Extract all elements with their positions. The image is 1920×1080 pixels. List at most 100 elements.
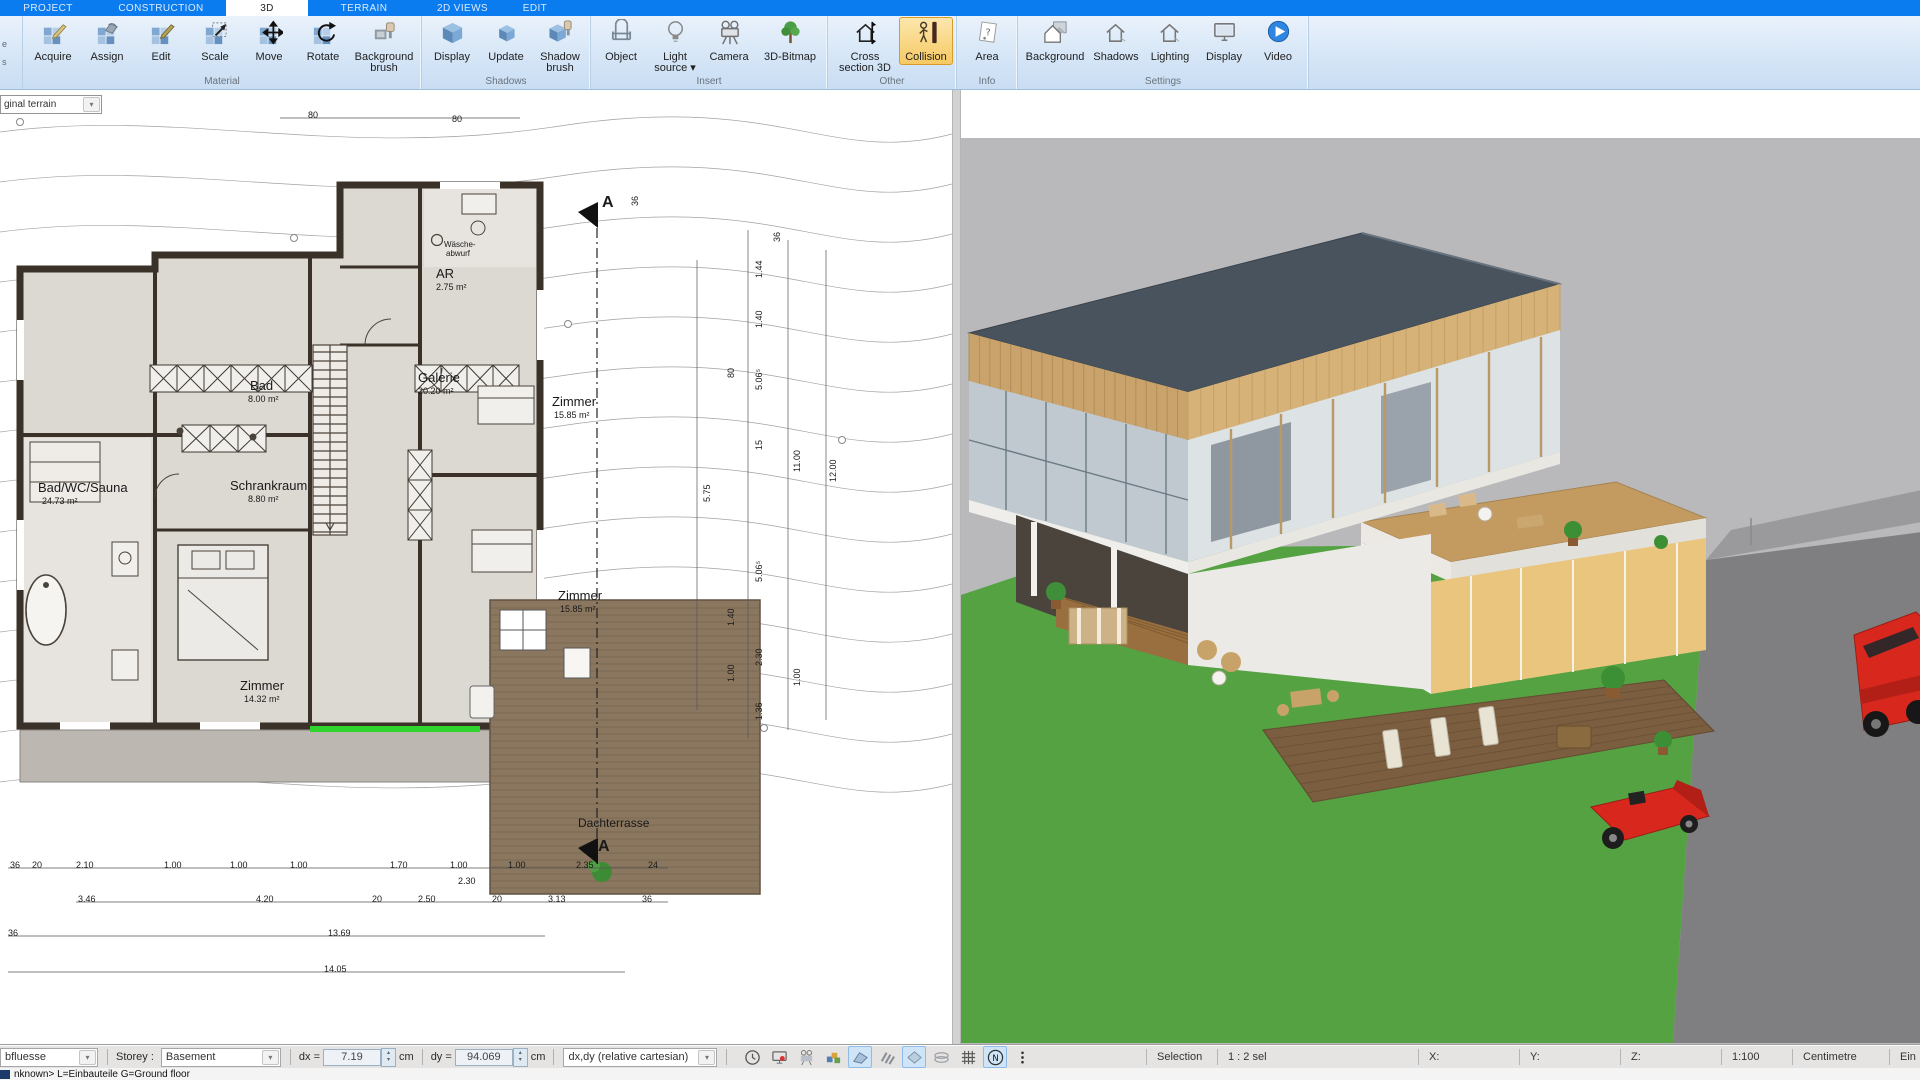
dy-input[interactable]: 94.069: [455, 1049, 513, 1066]
3d-bitmap-button[interactable]: 3D-Bitmap: [756, 17, 824, 65]
ribbon-button-label: Scale: [201, 52, 229, 63]
coord-mode-select[interactable]: dx,dy (relative cartesian) ▾: [563, 1048, 717, 1067]
dimension-label: 36: [10, 860, 20, 870]
tab-project[interactable]: PROJECT: [0, 0, 96, 16]
diamond-icon: [906, 1049, 923, 1066]
shadow-brush-button[interactable]: Shadow brush: [533, 17, 587, 76]
chevron-down-icon[interactable]: ▾: [698, 1050, 715, 1065]
dimension-label: 36: [772, 232, 782, 242]
hatch-tool-button[interactable]: [875, 1046, 899, 1068]
terrain-select[interactable]: ginal terrain ▾: [0, 95, 102, 114]
dimension-label: 24: [648, 860, 658, 870]
lighting-button[interactable]: Lighting: [1143, 17, 1197, 65]
scale-button[interactable]: Scale: [188, 17, 242, 65]
room-label: AR: [436, 266, 454, 281]
monitor-star-tool-button[interactable]: [767, 1046, 791, 1068]
background-brush-button[interactable]: Background brush: [350, 17, 418, 76]
pane-splitter[interactable]: [952, 90, 961, 1044]
grid-pencil-icon: [40, 19, 67, 51]
viewport-3d-pane[interactable]: [961, 90, 1920, 1044]
camera-small-tool-button[interactable]: [794, 1046, 818, 1068]
status-cell-x: X:: [1418, 1049, 1519, 1065]
clock-tool-button[interactable]: [740, 1046, 764, 1068]
display-button[interactable]: Display: [425, 17, 479, 65]
assign-button[interactable]: Assign: [80, 17, 134, 65]
storey-select[interactable]: Basement ▾: [161, 1048, 281, 1067]
dy-unit: cm: [531, 1051, 546, 1063]
room-label: 24.73 m²: [42, 496, 78, 506]
status-cell-y: Y:: [1519, 1049, 1620, 1065]
ribbon-button-label: Collision: [905, 52, 947, 63]
chevron-down-icon[interactable]: ▾: [79, 1050, 96, 1065]
diamond-tool-button[interactable]: [902, 1046, 926, 1068]
bulb-icon: [662, 19, 689, 51]
area-button[interactable]: ?Area: [960, 17, 1014, 65]
dy-spinner[interactable]: ▴▾: [513, 1048, 528, 1067]
dx-input[interactable]: 7.19: [323, 1049, 381, 1066]
sheets-tool-button[interactable]: [929, 1046, 953, 1068]
shadows-button[interactable]: Shadows: [1089, 17, 1143, 65]
chevron-down-icon[interactable]: ▾: [83, 97, 100, 112]
collision-icon: [913, 19, 940, 51]
ribbon-button-label: Light source ▾: [654, 52, 696, 74]
background-button[interactable]: Background: [1021, 17, 1089, 65]
cubes-icon: [825, 1049, 842, 1066]
dimension-label: 14.05: [324, 964, 347, 974]
dimension-label: 5.75: [702, 484, 712, 502]
cubes-tool-button[interactable]: [821, 1046, 845, 1068]
monitor-icon: [1211, 19, 1238, 51]
tab-edit[interactable]: EDIT: [505, 0, 565, 16]
tree-icon: [777, 19, 804, 51]
roof-terrace-deck: [470, 600, 760, 894]
dx-label: dx =: [299, 1051, 320, 1063]
ribbon-button-label: Acquire: [34, 52, 71, 63]
ribbon-button-label: Object: [605, 52, 637, 63]
move-button[interactable]: Move: [242, 17, 296, 65]
tab-terrain[interactable]: TERRAIN: [308, 0, 420, 16]
light-source-button[interactable]: Light source ▾: [648, 17, 702, 76]
clock-icon: [744, 1049, 761, 1066]
dimension-label: 80: [452, 114, 462, 124]
tab-construction[interactable]: CONSTRUCTION: [96, 0, 226, 16]
monitor-star-icon: [771, 1049, 788, 1066]
ribbon-group-shadows: DisplayUpdateShadow brushShadows: [422, 16, 591, 89]
cross-section-3d-button[interactable]: Cross section 3D: [831, 17, 899, 76]
cube-icon: [439, 19, 466, 51]
update-button[interactable]: Update: [479, 17, 533, 65]
status-line-icon: [0, 1070, 10, 1079]
roof-tool-button[interactable]: [848, 1046, 872, 1068]
north-tool-button[interactable]: N: [983, 1046, 1007, 1068]
camera-button[interactable]: Camera: [702, 17, 756, 65]
house-photo-icon: [1042, 19, 1069, 51]
dx-unit: cm: [399, 1051, 414, 1063]
collision-button[interactable]: Collision: [899, 17, 953, 65]
acquire-button[interactable]: Acquire: [26, 17, 80, 65]
dx-spinner[interactable]: ▴▾: [381, 1048, 396, 1067]
chevron-down-icon[interactable]: ▾: [262, 1050, 279, 1065]
dimension-label: 1.40: [754, 310, 764, 328]
bg-brush-icon: [371, 19, 398, 51]
grid-bucket-icon: [94, 19, 121, 51]
dimension-label: 80: [726, 368, 736, 378]
grid-tool-button[interactable]: [956, 1046, 980, 1068]
room-label: Galerie: [418, 370, 460, 385]
object-button[interactable]: Object: [594, 17, 648, 65]
tab-2d-views[interactable]: 2D VIEWS: [420, 0, 505, 16]
more-tool-button[interactable]: [1010, 1046, 1034, 1068]
dimension-label: 20: [492, 894, 502, 904]
rotate-button[interactable]: Rotate: [296, 17, 350, 65]
tab-3d[interactable]: 3D: [226, 0, 308, 16]
dimension-label: 36: [8, 928, 18, 938]
display-button[interactable]: Display: [1197, 17, 1251, 65]
layer-select[interactable]: bfluesse ▾: [0, 1048, 98, 1067]
floor-plan-pane[interactable]: ginal terrain ▾: [0, 90, 952, 1044]
terrain-select-value: ginal terrain: [1, 99, 83, 110]
ribbon-button-label: Shadows: [1093, 52, 1138, 63]
ribbon-button-label: Background: [1026, 52, 1085, 63]
video-button[interactable]: Video: [1251, 17, 1305, 65]
dimension-label: 2.30: [458, 876, 476, 886]
room-label: Zimmer: [552, 394, 596, 409]
status-cell-centimetre: Centimetre: [1792, 1049, 1889, 1065]
room-label: Wäsche-: [444, 240, 476, 249]
edit-button[interactable]: Edit: [134, 17, 188, 65]
